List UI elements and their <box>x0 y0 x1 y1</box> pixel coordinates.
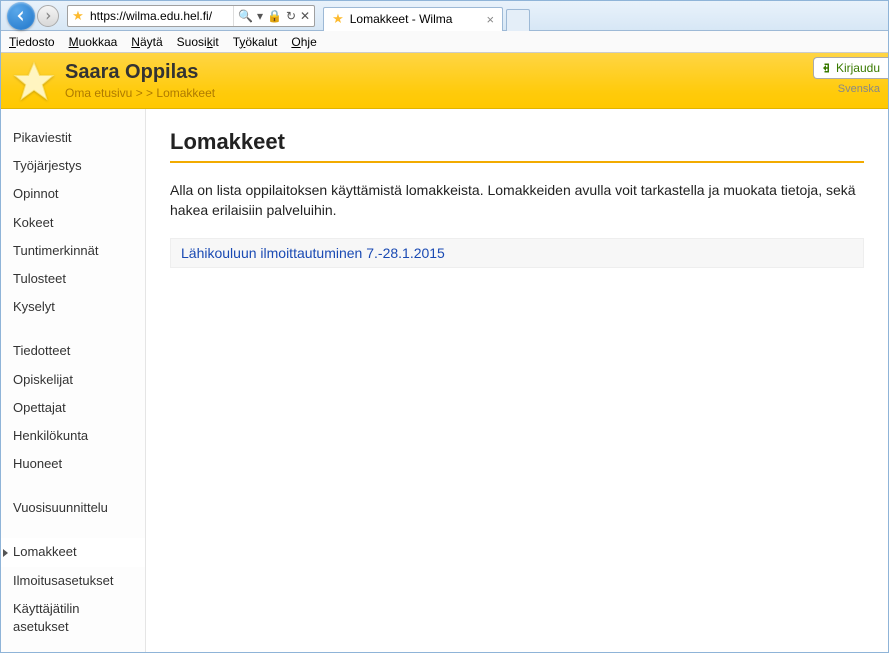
page-title: Lomakkeet <box>170 129 864 163</box>
breadcrumb-sep: > > <box>132 86 156 100</box>
sidebar-item-tiedotteet[interactable]: Tiedotteet <box>1 337 145 365</box>
app-header: Saara Oppilas Oma etusivu > > Lomakkeet … <box>1 53 888 109</box>
sidebar-item-ilmoitusasetukset[interactable]: Ilmoitusasetukset <box>1 567 145 595</box>
menu-bar: Tiedosto Muokkaa Näytä Suosikit Työkalut… <box>1 31 888 53</box>
dropdown-icon[interactable]: ▾ <box>257 10 263 22</box>
sidebar-item-opinnot[interactable]: Opinnot <box>1 180 145 208</box>
app-body: Pikaviestit Työjärjestys Opinnot Kokeet … <box>1 109 888 652</box>
form-link[interactable]: Lähikouluun ilmoittautuminen 7.-28.1.201… <box>181 245 445 261</box>
address-bar: ★ 🔍 ▾ 🔒 ↻ ✕ <box>67 5 315 27</box>
sidebar-group-3: Vuosisuunnittelu <box>1 494 145 522</box>
breadcrumb: Oma etusivu > > Lomakkeet <box>65 86 215 100</box>
header-right: Kirjaudu Svenska <box>813 53 888 95</box>
refresh-icon[interactable]: ↻ <box>286 10 296 22</box>
tab-title: Lomakkeet - Wilma <box>350 12 453 26</box>
arrow-right-icon <box>43 11 53 21</box>
menu-muokkaa[interactable]: Muokkaa <box>69 35 118 49</box>
breadcrumb-home[interactable]: Oma etusivu <box>65 86 132 100</box>
menu-suosikit[interactable]: Suosikit <box>177 35 219 49</box>
sidebar-item-henkilokunta[interactable]: Henkilökunta <box>1 422 145 450</box>
browser-toolbar: ★ 🔍 ▾ 🔒 ↻ ✕ ★ Lomakkeet - Wilma × <box>1 1 888 31</box>
tab-bar: ★ Lomakkeet - Wilma × <box>323 1 530 31</box>
sidebar-item-huoneet[interactable]: Huoneet <box>1 450 145 478</box>
user-name: Saara Oppilas <box>65 61 215 84</box>
browser-tab[interactable]: ★ Lomakkeet - Wilma × <box>323 7 503 31</box>
sidebar-group-4: Lomakkeet Ilmoitusasetukset Käyttäjätili… <box>1 538 145 641</box>
app-logo-icon <box>9 56 59 106</box>
address-tools: 🔍 ▾ 🔒 ↻ ✕ <box>233 6 314 26</box>
sidebar-item-kokeet[interactable]: Kokeet <box>1 209 145 237</box>
menu-nayta[interactable]: Näytä <box>131 35 162 49</box>
sidebar-item-kayttajatilin-asetukset[interactable]: Käyttäjätilin asetukset <box>1 595 145 641</box>
forward-button <box>37 5 59 27</box>
sidebar-group-2: Tiedotteet Opiskelijat Opettajat Henkilö… <box>1 337 145 478</box>
sidebar-item-opiskelijat[interactable]: Opiskelijat <box>1 366 145 394</box>
close-tab-icon[interactable]: × <box>486 12 494 27</box>
lock-icon[interactable]: 🔒 <box>267 10 282 22</box>
url-input[interactable] <box>88 7 233 25</box>
logout-icon <box>820 62 832 74</box>
menu-tyokalut[interactable]: Työkalut <box>233 35 278 49</box>
form-list-row: Lähikouluun ilmoittautuminen 7.-28.1.201… <box>170 238 864 268</box>
logout-button[interactable]: Kirjaudu <box>813 57 888 79</box>
sidebar-item-kyselyt[interactable]: Kyselyt <box>1 293 145 321</box>
arrow-left-icon <box>14 9 28 23</box>
new-tab-button[interactable] <box>506 9 530 31</box>
sidebar-group-1: Pikaviestit Työjärjestys Opinnot Kokeet … <box>1 124 145 321</box>
intro-text: Alla on lista oppilaitoksen käyttämistä … <box>170 181 864 220</box>
sidebar-item-opettajat[interactable]: Opettajat <box>1 394 145 422</box>
back-button[interactable] <box>7 2 35 30</box>
main-content: Lomakkeet Alla on lista oppilaitoksen kä… <box>146 109 888 652</box>
sidebar-item-lomakkeet[interactable]: Lomakkeet <box>1 538 145 566</box>
sidebar-item-tuntimerkinnat[interactable]: Tuntimerkinnät <box>1 237 145 265</box>
nav-buttons <box>7 2 59 30</box>
sidebar-item-pikaviestit[interactable]: Pikaviestit <box>1 124 145 152</box>
sidebar-item-tulosteet[interactable]: Tulosteet <box>1 265 145 293</box>
logout-label: Kirjaudu <box>836 61 880 75</box>
breadcrumb-current: Lomakkeet <box>156 86 215 100</box>
tab-favicon-icon: ★ <box>332 11 344 27</box>
sidebar-item-vuosisuunnittelu[interactable]: Vuosisuunnittelu <box>1 494 145 522</box>
favorite-star-icon[interactable]: ★ <box>68 8 88 24</box>
sidebar-item-tyojarjestys[interactable]: Työjärjestys <box>1 152 145 180</box>
language-link[interactable]: Svenska <box>813 79 888 95</box>
search-icon[interactable]: 🔍 <box>238 10 253 22</box>
sidebar: Pikaviestit Työjärjestys Opinnot Kokeet … <box>1 109 146 652</box>
menu-ohje[interactable]: Ohje <box>291 35 316 49</box>
menu-tiedosto[interactable]: Tiedosto <box>9 35 55 49</box>
stop-icon[interactable]: ✕ <box>300 10 310 22</box>
header-text: Saara Oppilas Oma etusivu > > Lomakkeet <box>65 61 215 100</box>
